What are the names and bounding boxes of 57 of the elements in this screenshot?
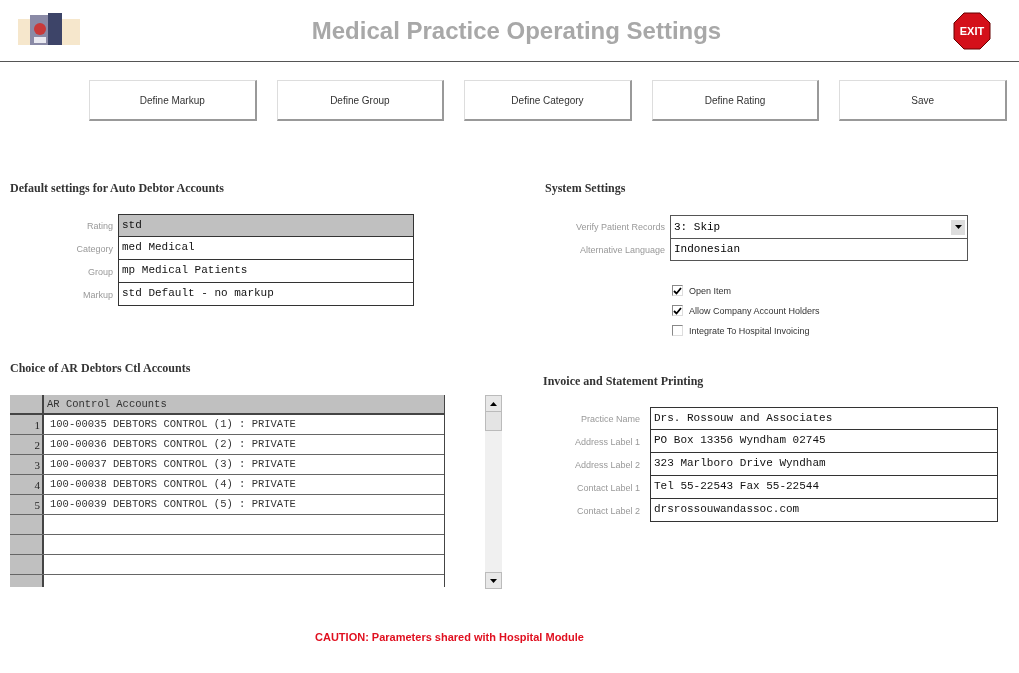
checkbox[interactable]: [672, 325, 683, 336]
command-button[interactable]: Define Category: [464, 80, 632, 121]
table-cell[interactable]: 100-00038 DEBTORS CONTROL (4) : PRIVATE: [44, 475, 444, 494]
row-number: 1: [10, 415, 44, 434]
field-label: Rating: [86, 220, 113, 231]
input-field[interactable]: Indonesian: [670, 238, 968, 261]
input-field[interactable]: std: [118, 214, 414, 237]
field-label: Contact Label 1: [575, 482, 640, 493]
table-cell[interactable]: 100-00036 DEBTORS CONTROL (2) : PRIVATE: [44, 435, 444, 454]
command-button[interactable]: Define Markup: [89, 80, 257, 121]
table-cell[interactable]: 100-00037 DEBTORS CONTROL (3) : PRIVATE: [44, 455, 444, 474]
row-selector[interactable]: [10, 535, 44, 554]
field-label: Markup: [82, 289, 113, 300]
input-field[interactable]: 323 Marlboro Drive Wyndham: [650, 453, 998, 476]
row-selector[interactable]: [10, 555, 44, 574]
scrollbar[interactable]: [485, 395, 502, 589]
field-label: Address Label 1: [573, 436, 640, 447]
field-label: Category: [75, 243, 113, 254]
command-button[interactable]: Define Rating: [651, 80, 820, 121]
checkbox[interactable]: [672, 305, 683, 316]
dropdown-field[interactable]: 3: Skip: [670, 215, 968, 238]
field-label: Alternative Language: [578, 244, 665, 255]
input-field[interactable]: Drs. Rossouw and Associates: [650, 407, 998, 430]
section-title: Invoice and Statement Printing: [543, 374, 705, 390]
scroll-down-icon[interactable]: [485, 572, 502, 589]
field-label: Practice Name: [579, 413, 640, 424]
input-field[interactable]: PO Box 13356 Wyndham 02745: [650, 430, 998, 453]
input-field[interactable]: Tel 55-22543 Fax 55-22544: [650, 476, 998, 499]
row-number: 4: [10, 475, 44, 494]
field-label: Group: [87, 266, 113, 277]
row-number: 5: [10, 495, 44, 514]
input-field[interactable]: mp Medical Patients: [118, 260, 414, 283]
table-cell[interactable]: 100-00035 DEBTORS CONTROL (1) : PRIVATE: [44, 415, 444, 434]
field-label: Verify Patient Records: [574, 221, 665, 232]
section-title: System Settings: [545, 181, 627, 197]
field-label: Address Label 2: [573, 459, 640, 470]
row-selector[interactable]: [10, 515, 44, 534]
table-cell[interactable]: 100-00039 DEBTORS CONTROL (5) : PRIVATE: [44, 495, 444, 514]
column-header: AR Control Accounts: [46, 397, 168, 412]
page-title: Medical Practice Operating Settings: [311, 16, 722, 45]
row-number: 3: [10, 455, 44, 474]
field-label: Contact Label 2: [575, 505, 640, 516]
checkbox-label: Allow Company Account Holders: [689, 305, 820, 316]
scroll-thumb[interactable]: [485, 411, 502, 431]
checkbox-label: Integrate To Hospital Invoicing: [689, 325, 810, 336]
input-field[interactable]: std Default - no markup: [118, 283, 414, 306]
exit-button[interactable]: EXIT: [953, 11, 991, 50]
checkbox[interactable]: [672, 285, 683, 296]
checkbox-label: Open Item: [689, 285, 732, 296]
row-number: 2: [10, 435, 44, 454]
caution-text: CAUTION: Parameters shared with Hospital Module: [315, 631, 584, 643]
section-title: Default settings for Auto Debtor Accounts: [10, 181, 225, 197]
input-field[interactable]: drsrossouwandassoc.com: [650, 499, 998, 522]
command-button[interactable]: Define Group: [276, 80, 445, 121]
input-field[interactable]: med Medical: [118, 237, 414, 260]
command-button[interactable]: Save: [839, 80, 1007, 121]
section-title: Choice of AR Debtors Ctl Accounts: [10, 361, 192, 377]
